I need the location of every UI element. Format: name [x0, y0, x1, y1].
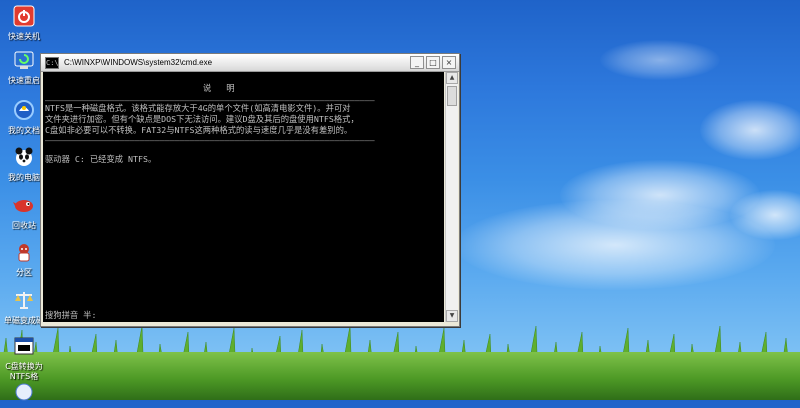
console-result: 驱动器 C: 已经变成 NTFS。	[45, 154, 157, 164]
desktop-icon-label: C盘转换为	[5, 362, 43, 371]
window-title: C:\WINXP\WINDOWS\system32\cmd.exe	[64, 58, 213, 67]
computer-icon	[10, 143, 38, 171]
console-output[interactable]: 说 明 ————————————————————————————————————…	[43, 72, 444, 322]
documents-icon	[10, 96, 38, 124]
cmd-window[interactable]: C:\ C:\WINXP\WINDOWS\system32\cmd.exe _ …	[40, 53, 460, 327]
grass-ground	[0, 352, 800, 400]
desktop-icon-convert-ntfs[interactable]: C盘转换为 NTFS格	[2, 332, 46, 382]
minimize-button[interactable]: _	[410, 56, 424, 69]
scroll-down-arrow-icon[interactable]: ▼	[446, 310, 458, 322]
console-line: 文件夹进行加密。但有个缺点是DOS下无法访问。建议D盘及其后的盘使用NTFS格式…	[45, 114, 359, 124]
scrollbar-thumb[interactable]	[447, 86, 457, 106]
ntfs-icon	[10, 378, 38, 406]
cmd-app-icon: C:\	[45, 56, 59, 69]
close-button[interactable]: ×	[442, 56, 456, 69]
restart-icon	[10, 46, 38, 74]
convert-icon	[10, 332, 38, 360]
console-line: NTFS是一种磁盘格式。该格式能存放大于4G的单个文件(如高清电影文件)。并可对	[45, 103, 351, 113]
desktop-icon-shutdown[interactable]: 快速关机	[2, 2, 46, 42]
window-titlebar[interactable]: C:\ C:\WINXP\WINDOWS\system32\cmd.exe _ …	[41, 54, 459, 72]
scales-icon	[10, 286, 38, 314]
vertical-scrollbar[interactable]: ▲ ▼	[445, 72, 458, 322]
console-line: C盘如非必要可以不转换。FAT32与NTFS这两种格式的读与速度几乎是没有差别的…	[45, 125, 353, 135]
power-icon	[10, 2, 38, 30]
recycle-bin-icon	[10, 191, 38, 219]
desktop-icon-ntfs[interactable]	[2, 378, 46, 408]
partition-icon	[10, 238, 38, 266]
desktop-icon-label: 快速关机	[8, 32, 40, 41]
console-heading: 说 明	[203, 83, 235, 93]
ime-status: 搜狗拼音 半:	[45, 310, 97, 320]
maximize-button[interactable]: □	[426, 56, 440, 69]
scroll-up-arrow-icon[interactable]: ▲	[446, 72, 458, 84]
console-separator: ————————————————————————————————————————…	[45, 135, 375, 145]
